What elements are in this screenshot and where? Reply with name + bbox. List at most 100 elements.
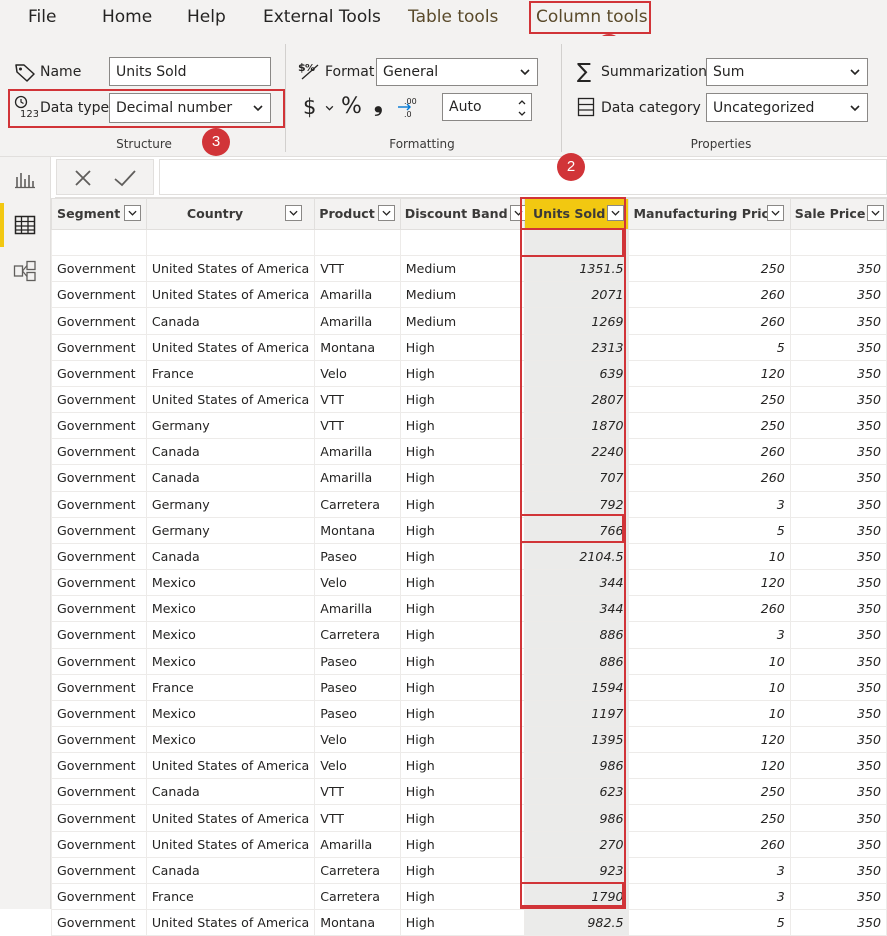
cell-discount-band[interactable]: High xyxy=(399,778,525,806)
table-row[interactable]: Government Canada VTT High 623 250 350 xyxy=(51,778,887,806)
cell-units-sold[interactable]: 2071 xyxy=(523,281,630,309)
table-row[interactable]: Government United States of America VTT Med… xyxy=(51,255,887,283)
cell-country[interactable]: Canada xyxy=(145,856,316,884)
cell-manufacturing-price[interactable]: 10 xyxy=(628,647,791,675)
cell-sale-price[interactable]: 350 xyxy=(789,647,887,675)
cell-discount-band[interactable]: High xyxy=(399,359,525,387)
percent-button[interactable]: % xyxy=(341,94,362,119)
cell-manufacturing-price[interactable]: 250 xyxy=(628,255,791,283)
cell-sale-price[interactable]: 350 xyxy=(789,909,887,936)
cell-manufacturing-price[interactable]: 120 xyxy=(628,725,791,754)
cell-country[interactable]: United States of America xyxy=(145,333,316,361)
cell-manufacturing-price[interactable]: 250 xyxy=(628,385,791,414)
data-category-select[interactable]: Uncategorized xyxy=(706,93,868,122)
table-row[interactable]: Government United States of America Velo Hi… xyxy=(51,752,887,780)
cell-product[interactable]: Carretera xyxy=(314,856,401,884)
format-select[interactable]: General xyxy=(376,58,538,86)
cell-manufacturing-price[interactable]: 3 xyxy=(628,621,791,649)
data-type-select[interactable]: Decimal number xyxy=(109,93,271,123)
cell-country[interactable]: Mexico xyxy=(145,595,316,623)
cell-sale-price[interactable]: 350 xyxy=(789,516,887,544)
table-row[interactable]: Government United States of America Amaril… xyxy=(51,281,887,309)
cell-segment[interactable]: Government xyxy=(51,569,147,597)
cell-product[interactable]: VTT xyxy=(314,255,401,283)
cell-segment[interactable]: Government xyxy=(51,438,147,466)
cell-segment[interactable]: Government xyxy=(51,281,147,309)
cell-product[interactable]: Montana xyxy=(314,516,401,544)
cell-manufacturing-price[interactable]: 3 xyxy=(628,882,791,911)
cell-country[interactable]: Canada xyxy=(145,778,316,806)
cell-discount-band[interactable]: High xyxy=(399,464,525,492)
cell-units-sold[interactable]: 982.5 xyxy=(523,909,630,936)
cell-segment[interactable]: Government xyxy=(51,464,147,492)
table-row[interactable]: Government Germany VTT High 1870 250 350 xyxy=(51,412,887,440)
cell-product[interactable]: Amarilla xyxy=(314,595,401,623)
cell-manufacturing-price[interactable]: 5 xyxy=(628,516,791,544)
cell-product[interactable]: VTT xyxy=(314,778,401,806)
cell-units-sold[interactable]: 986 xyxy=(523,804,630,832)
cell-units-sold[interactable]: 886 xyxy=(523,621,630,649)
cell-country[interactable]: Mexico xyxy=(145,647,316,675)
cell-sale-price[interactable]: 350 xyxy=(789,438,887,466)
cell-segment[interactable]: Government xyxy=(51,909,147,936)
tab-external-tools[interactable]: External Tools xyxy=(263,0,381,36)
column-header-units-sold[interactable]: Units Sold xyxy=(523,198,630,230)
table-row[interactable]: Government France Paseo High 1594 10 350 xyxy=(51,673,887,701)
cell-units-sold[interactable]: 707 xyxy=(523,464,630,492)
cell-country[interactable]: France xyxy=(145,882,316,911)
cell-manufacturing-price[interactable]: 250 xyxy=(628,412,791,440)
cell-segment[interactable]: Government xyxy=(51,255,147,283)
cell-product[interactable]: Paseo xyxy=(314,673,401,701)
spinner-arrows-icon[interactable] xyxy=(517,97,527,119)
cell-manufacturing-price[interactable]: 260 xyxy=(628,307,791,335)
cell-country[interactable]: Canada xyxy=(145,438,316,466)
data-view-button[interactable] xyxy=(0,203,50,247)
table-row[interactable]: Government Mexico Paseo High 1197 10 350 xyxy=(51,699,887,727)
cell-sale-price[interactable]: 350 xyxy=(789,464,887,492)
cell-segment[interactable]: Government xyxy=(51,673,147,701)
cell-product[interactable]: Montana xyxy=(314,333,401,361)
name-input[interactable]: Units Sold xyxy=(109,57,271,86)
cell-country[interactable]: United States of America xyxy=(145,385,316,414)
cell-units-sold[interactable]: 1269 xyxy=(523,307,630,335)
cell-country[interactable]: United States of America xyxy=(145,281,316,309)
cell-segment[interactable]: Government xyxy=(51,856,147,884)
cell-country[interactable]: France xyxy=(145,673,316,701)
cell-units-sold[interactable]: 1395 xyxy=(523,725,630,754)
table-row[interactable]: Government United States of America Amaril… xyxy=(51,830,887,858)
cell-units-sold[interactable]: 766 xyxy=(523,516,630,544)
cell-sale-price[interactable]: 350 xyxy=(789,542,887,571)
filter-dropdown-icon[interactable] xyxy=(378,205,396,221)
table-row[interactable]: Government France Velo High 639 120 350 xyxy=(51,359,887,387)
cell-sale-price[interactable]: 350 xyxy=(789,307,887,335)
cell-manufacturing-price[interactable]: 260 xyxy=(628,464,791,492)
table-row[interactable]: Government Mexico Carretera High 886 3 350 xyxy=(51,621,887,649)
cell-country[interactable]: Mexico xyxy=(145,569,316,597)
cell-discount-band[interactable]: High xyxy=(399,673,525,701)
cell-units-sold[interactable]: 270 xyxy=(523,830,630,858)
cell-manufacturing-price[interactable]: 260 xyxy=(628,595,791,623)
cell-discount-band[interactable]: High xyxy=(399,830,525,858)
cell-sale-price[interactable]: 350 xyxy=(789,856,887,884)
cell-discount-band[interactable]: High xyxy=(399,595,525,623)
cell-manufacturing-price[interactable]: 120 xyxy=(628,359,791,387)
cell-discount-band[interactable]: High xyxy=(399,438,525,466)
cell-product[interactable]: VTT xyxy=(314,385,401,414)
cell-segment[interactable]: Government xyxy=(51,725,147,754)
tab-help[interactable]: Help xyxy=(187,0,226,36)
cell-product[interactable]: Velo xyxy=(314,752,401,780)
cell-manufacturing-price[interactable]: 120 xyxy=(628,752,791,780)
table-row[interactable]: Government Canada Amarilla High 707 260 350 xyxy=(51,464,887,492)
cell-country[interactable]: Germany xyxy=(145,490,316,518)
filter-dropdown-icon[interactable] xyxy=(124,205,141,221)
cell-segment[interactable]: Government xyxy=(51,359,147,387)
currency-button[interactable]: $ xyxy=(303,95,316,119)
cell-country[interactable]: Germany xyxy=(145,516,316,544)
table-row[interactable]: Government Mexico Velo High 1395 120 350 xyxy=(51,725,887,754)
cell-country[interactable]: United States of America xyxy=(145,804,316,832)
cell-units-sold[interactable]: 2240 xyxy=(523,438,630,466)
cell-discount-band[interactable]: High xyxy=(399,490,525,518)
cell-discount-band[interactable]: High xyxy=(399,621,525,649)
cell-product[interactable]: VTT xyxy=(314,804,401,832)
cell-units-sold[interactable]: 2104.5 xyxy=(523,542,630,571)
